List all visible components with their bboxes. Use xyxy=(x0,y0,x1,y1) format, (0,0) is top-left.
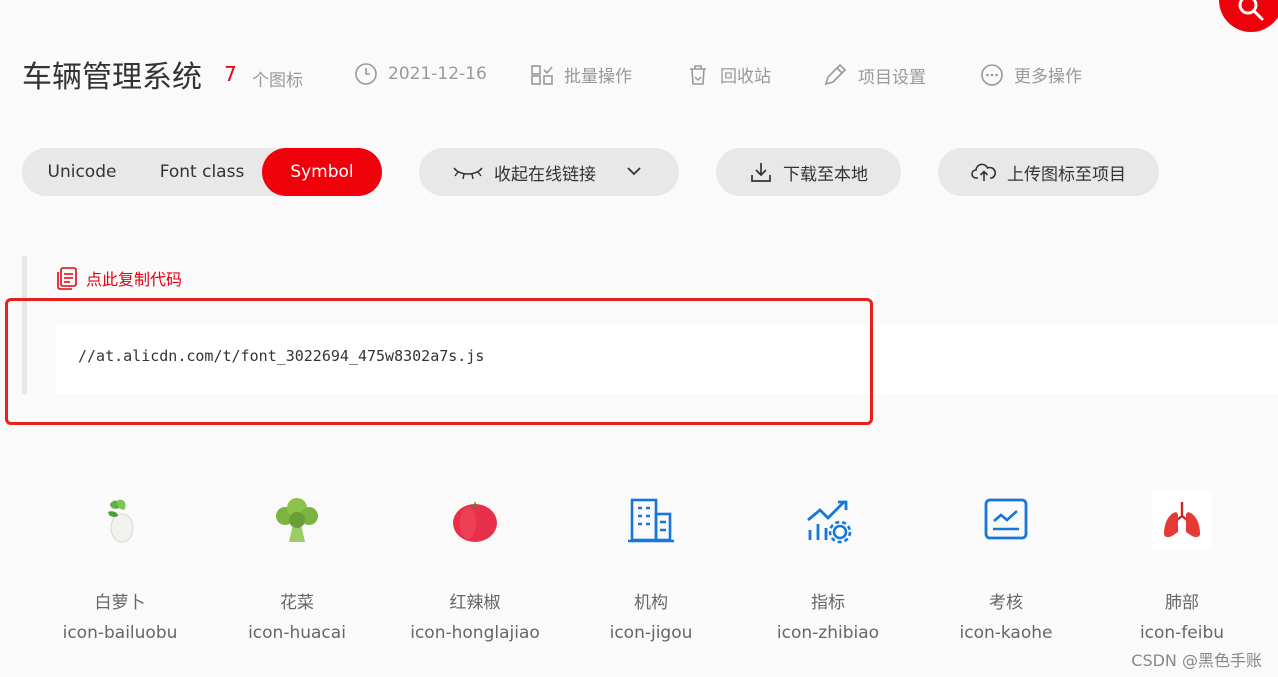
download-button[interactable]: 下载至本地 xyxy=(716,148,901,196)
indicator-chart-icon xyxy=(798,490,858,550)
upload-label: 上传图标至项目 xyxy=(1007,164,1126,185)
icon-name: 白萝卜 xyxy=(94,593,146,613)
icon-name: 肺部 xyxy=(1165,593,1199,613)
lungs-icon xyxy=(1152,490,1212,550)
project-title: 车辆管理系统 xyxy=(22,60,202,95)
format-tabs: Unicode Font class Symbol xyxy=(22,148,382,196)
icon-card[interactable]: 花菜 icon-huacai xyxy=(222,490,372,643)
copy-code-label: 点此复制代码 xyxy=(86,270,183,289)
icon-card[interactable]: 白萝卜 icon-bailuobu xyxy=(45,490,195,643)
icon-card[interactable]: 肺部 icon-feibu xyxy=(1107,490,1257,643)
search-button[interactable] xyxy=(1219,0,1278,32)
trash-icon xyxy=(690,64,706,85)
assessment-monitor-icon xyxy=(976,490,1036,550)
icon-card[interactable]: 考核 icon-kaohe xyxy=(931,490,1081,643)
icon-name: 花菜 xyxy=(280,593,314,613)
batch-operation-button[interactable]: 批量操作 xyxy=(530,62,632,87)
download-icon xyxy=(751,163,771,182)
search-icon xyxy=(1238,0,1264,21)
more-actions-button[interactable]: 更多操作 xyxy=(980,62,1082,87)
batch-icon xyxy=(531,64,553,85)
chevron-down-icon xyxy=(627,167,641,176)
broccoli-icon xyxy=(267,490,327,550)
icon-code: icon-huacai xyxy=(248,623,346,643)
icon-name: 红辣椒 xyxy=(449,593,501,613)
closed-eye-icon xyxy=(453,167,483,180)
highlight-annotation xyxy=(5,298,873,425)
recycle-bin-button[interactable]: 回收站 xyxy=(686,62,771,87)
upload-button[interactable]: 上传图标至项目 xyxy=(938,148,1159,196)
collapse-online-link-button[interactable]: 收起在线链接 xyxy=(419,148,679,196)
copy-icon xyxy=(57,267,77,290)
tab-symbol[interactable]: Symbol xyxy=(262,148,382,196)
icon-code: icon-kaohe xyxy=(959,623,1053,643)
icon-name: 指标 xyxy=(811,593,845,613)
batch-operation-label: 批量操作 xyxy=(564,67,632,87)
icon-name: 考核 xyxy=(989,593,1023,613)
icon-code: icon-honglajiao xyxy=(410,623,540,643)
icon-card[interactable]: 机构 icon-jigou xyxy=(576,490,726,643)
project-settings-label: 项目设置 xyxy=(858,67,926,88)
tab-font-class[interactable]: Font class xyxy=(142,148,262,196)
collapse-online-link-label: 收起在线链接 xyxy=(494,164,596,185)
more-actions-label: 更多操作 xyxy=(1014,67,1082,87)
recycle-bin-label: 回收站 xyxy=(720,67,771,87)
clock-icon xyxy=(355,63,377,85)
tab-unicode[interactable]: Unicode xyxy=(22,148,142,196)
download-label: 下载至本地 xyxy=(783,164,868,185)
icon-card[interactable]: 指标 icon-zhibiao xyxy=(753,490,903,643)
icon-code: icon-feibu xyxy=(1139,623,1225,643)
icon-code: icon-jigou xyxy=(609,623,693,643)
icon-card[interactable]: 红辣椒 icon-honglajiao xyxy=(400,490,550,643)
radish-icon xyxy=(90,490,150,550)
icon-count: 7 xyxy=(224,62,237,86)
project-settings-button[interactable]: 项目设置 xyxy=(822,62,926,88)
icon-name: 机构 xyxy=(634,593,668,613)
building-icon xyxy=(621,490,681,550)
pencil-icon xyxy=(824,63,847,86)
icon-count-unit: 个图标 xyxy=(252,71,303,91)
created-date-text: 2021-12-16 xyxy=(388,64,487,84)
cloud-upload-icon xyxy=(971,163,997,181)
created-date: 2021-12-16 xyxy=(354,62,487,86)
more-icon xyxy=(981,63,1003,86)
watermark: CSDN @黑色手账 xyxy=(1131,651,1262,670)
icon-code: icon-zhibiao xyxy=(776,623,880,643)
tomato-icon xyxy=(445,490,505,550)
copy-code-link[interactable]: 点此复制代码 xyxy=(56,266,182,290)
icon-code: icon-bailuobu xyxy=(62,623,178,643)
